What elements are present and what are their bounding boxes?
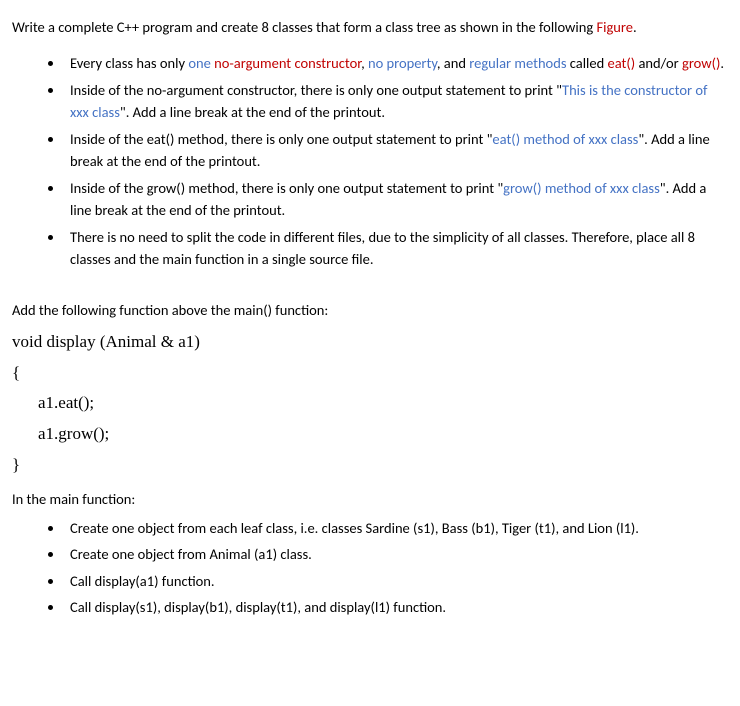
list-item: There is no need to split the code in di… (64, 226, 728, 271)
code-block: void display (Animal & a1) { a1.eat(); a… (12, 327, 728, 480)
bullet-list-2: Create one object from each leaf class, … (12, 517, 728, 619)
list-item: Every class has only one no-argument con… (64, 52, 728, 74)
list-item: Call display(s1), display(b1), display(t… (64, 596, 728, 618)
intro-period: . (633, 18, 637, 36)
code-line: a1.eat(); (12, 388, 728, 419)
list-item: Create one object from each leaf class, … (64, 517, 728, 539)
code-line: } (12, 450, 728, 481)
section-main-function: In the main function: (12, 488, 728, 510)
intro-paragraph: Write a complete C++ program and create … (12, 16, 728, 38)
list-item: Create one object from Animal (a1) class… (64, 543, 728, 565)
list-item: Inside of the eat() method, there is onl… (64, 128, 728, 173)
list-item: Inside of the no-argument constructor, t… (64, 79, 728, 124)
bullet-list-1: Every class has only one no-argument con… (12, 52, 728, 270)
list-item: Call display(a1) function. (64, 570, 728, 592)
code-line: void display (Animal & a1) (12, 327, 728, 358)
list-item: Inside of the grow() method, there is on… (64, 177, 728, 222)
intro-text: Write a complete C++ program and create … (12, 18, 596, 36)
section-add-function: Add the following function above the mai… (12, 299, 728, 321)
intro-figure: Figure (596, 18, 633, 36)
code-line: a1.grow(); (12, 419, 728, 450)
code-line: { (12, 358, 728, 389)
